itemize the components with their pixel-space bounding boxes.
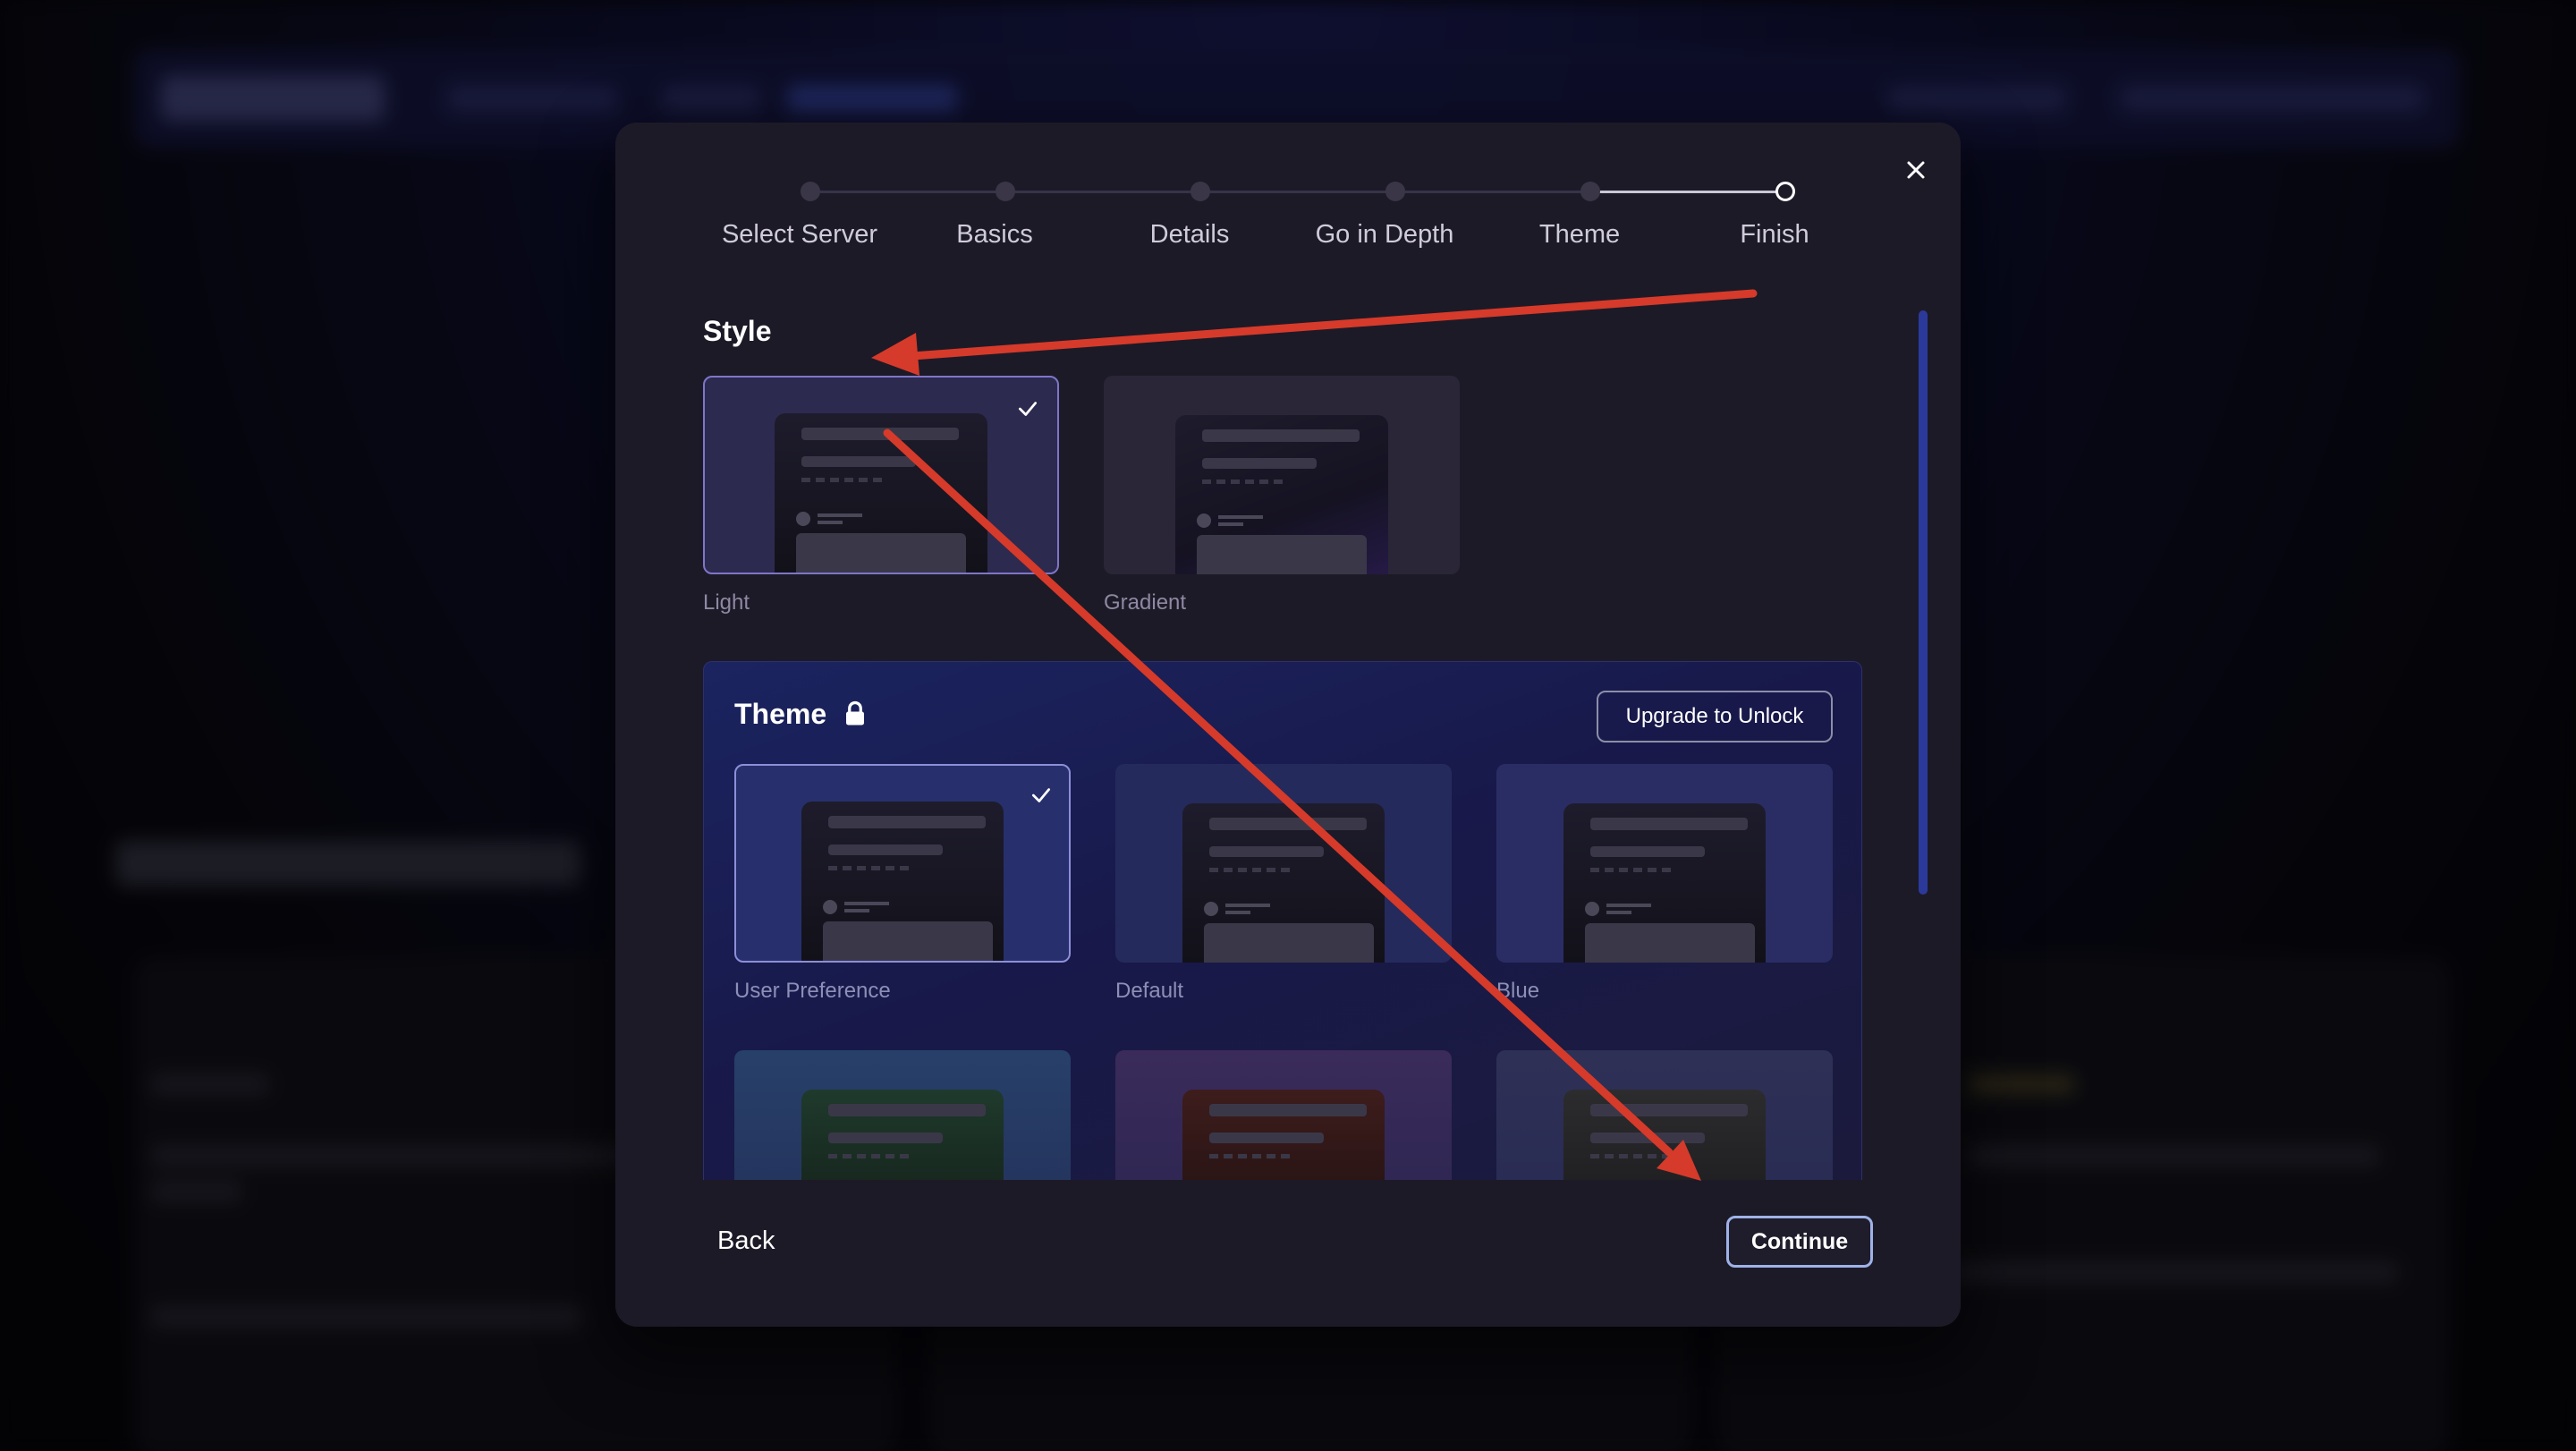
style-option-label: Light — [703, 590, 750, 615]
theme-preview-thumbnail — [1563, 1090, 1766, 1180]
step-dot-theme[interactable] — [1580, 182, 1600, 201]
step-label-theme[interactable]: Theme — [1472, 220, 1687, 250]
style-option-label: Gradient — [1104, 590, 1187, 615]
theme-option-red[interactable] — [1115, 1050, 1452, 1180]
theme-panel: Theme Upgrade to Unlock User Preference … — [703, 661, 1862, 1180]
close-icon — [1907, 161, 1925, 179]
theme-option-label: Blue — [1496, 979, 1540, 1003]
step-label-finish[interactable]: Finish — [1667, 220, 1882, 250]
theme-option-green[interactable] — [734, 1050, 1071, 1180]
theme-section-title: Theme — [734, 698, 827, 730]
step-label-details[interactable]: Details — [1082, 220, 1297, 250]
stepper-track-active — [1590, 191, 1785, 193]
theme-option-gray[interactable] — [1496, 1050, 1833, 1180]
checkmark-icon — [1031, 788, 1051, 802]
theme-option-label: Default — [1115, 979, 1184, 1003]
close-button[interactable] — [1898, 152, 1934, 188]
style-preview-thumbnail — [1175, 415, 1388, 574]
step-dot-basics[interactable] — [996, 182, 1015, 201]
step-dot-details[interactable] — [1191, 182, 1210, 201]
continue-button[interactable]: Continue — [1726, 1216, 1873, 1268]
theme-preview-thumbnail — [801, 802, 1004, 961]
theme-preview-thumbnail — [1182, 803, 1385, 963]
style-option-gradient[interactable] — [1104, 376, 1460, 574]
style-preview-thumbnail — [775, 413, 987, 573]
theme-preview-thumbnail — [1182, 1090, 1385, 1180]
style-option-light[interactable] — [703, 376, 1059, 574]
theme-preview-thumbnail — [801, 1090, 1004, 1180]
step-label-go-in-depth[interactable]: Go in Depth — [1277, 220, 1492, 250]
step-label-select-server[interactable]: Select Server — [692, 220, 907, 250]
step-dot-go-in-depth[interactable] — [1385, 182, 1405, 201]
content-scrollbar[interactable] — [1919, 310, 1928, 895]
theme-option-label: User Preference — [734, 979, 891, 1003]
step-label-basics[interactable]: Basics — [887, 220, 1102, 250]
back-button[interactable]: Back — [707, 1218, 785, 1263]
upgrade-to-unlock-button[interactable]: Upgrade to Unlock — [1597, 691, 1833, 742]
checkmark-icon — [1018, 402, 1038, 416]
theme-option-default[interactable] — [1115, 764, 1452, 963]
theme-preview-thumbnail — [1563, 803, 1766, 963]
theme-option-blue[interactable] — [1496, 764, 1833, 963]
theme-option-user-preference[interactable] — [734, 764, 1071, 963]
lock-icon — [846, 700, 864, 726]
style-section-title: Style — [703, 315, 772, 347]
step-dot-finish[interactable] — [1775, 182, 1795, 201]
step-dot-select-server[interactable] — [801, 182, 820, 201]
